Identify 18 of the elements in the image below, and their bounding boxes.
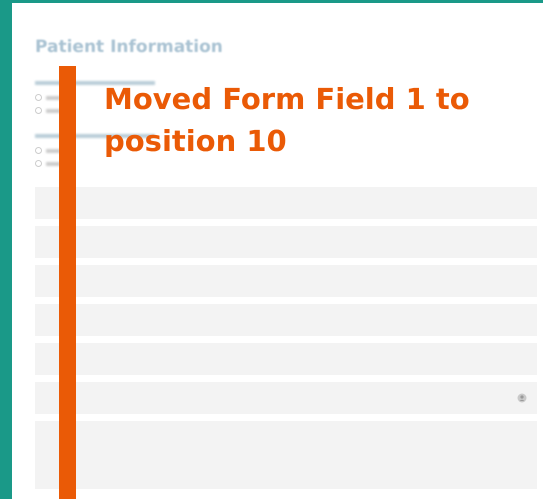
- email-field[interactable]: [35, 382, 537, 414]
- blurred-label: [46, 96, 60, 100]
- blurred-label: [46, 148, 60, 152]
- contact-icon: [517, 393, 527, 403]
- input-field[interactable]: [35, 187, 537, 219]
- annotation-text: Moved Form Field 1 to position 10: [104, 81, 471, 160]
- form-title: Patient Information: [35, 37, 224, 59]
- radio-button[interactable]: [35, 160, 42, 167]
- input-field[interactable]: [35, 265, 537, 297]
- blurred-label: [46, 108, 60, 112]
- input-field[interactable]: [35, 226, 537, 258]
- text-area[interactable]: [35, 421, 537, 489]
- radio-button[interactable]: [35, 94, 42, 101]
- radio-button[interactable]: [35, 107, 42, 114]
- radio-button[interactable]: [35, 147, 42, 154]
- input-field[interactable]: [35, 343, 537, 375]
- input-field[interactable]: [35, 304, 537, 336]
- blurred-label: [46, 162, 60, 166]
